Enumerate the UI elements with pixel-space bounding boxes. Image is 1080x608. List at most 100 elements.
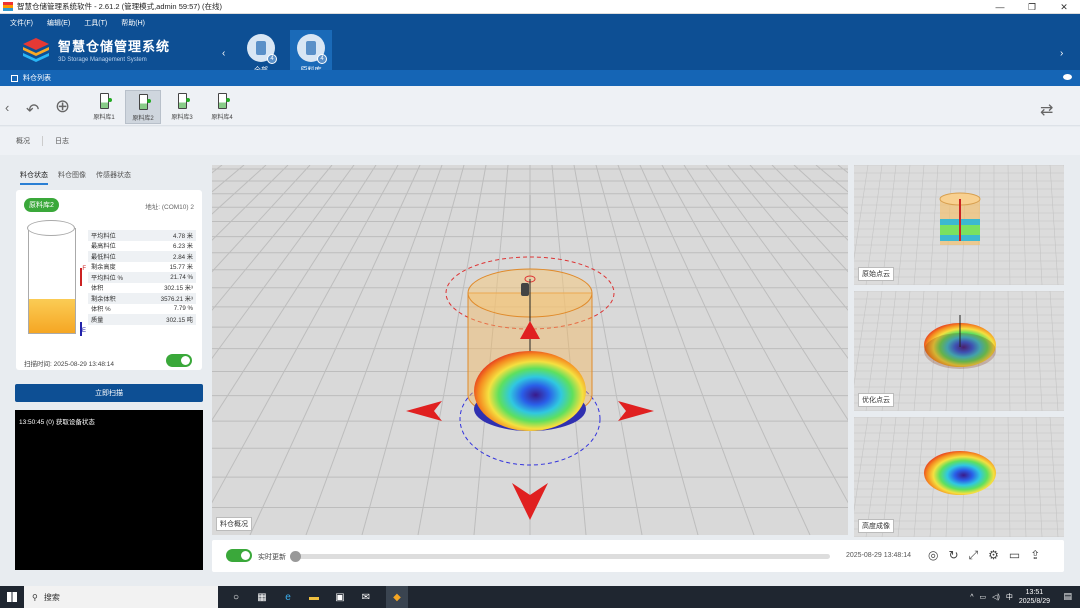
silo-icon	[306, 41, 316, 55]
grid-floor	[212, 165, 848, 535]
optimized-pointcloud-view[interactable]: 优化点云	[854, 291, 1064, 411]
silo-tab-4[interactable]: 原料库4	[204, 90, 240, 124]
menu-help[interactable]: 帮助(H)	[121, 18, 145, 28]
history-timestamp: 2025-08-29 13:48:14	[846, 552, 911, 559]
tab-overview[interactable]: 概况	[0, 136, 43, 146]
search-placeholder: 搜索	[43, 592, 60, 602]
warehouse-next-button[interactable]: ›	[1060, 48, 1063, 59]
menu-bar: 文件(F) 编辑(E) 工具(T) 帮助(H)	[10, 18, 145, 28]
silo-tab-1[interactable]: 原料库1	[86, 90, 122, 124]
list-icon	[11, 74, 18, 82]
level-table: 平均料位 4.78 米 最高料位 6.23 米 最低料位 2.84 米 剩余高度 15.…	[88, 230, 196, 325]
silo-label: 原料库4	[211, 115, 233, 121]
undo-icon[interactable]: ↶	[26, 100, 39, 120]
tab-silo-image[interactable]: 料仓图像	[58, 170, 86, 185]
menu-tools[interactable]: 工具(T)	[84, 18, 107, 28]
slider-knob[interactable]	[290, 551, 301, 562]
chevron-up-icon[interactable]: ^	[970, 594, 973, 601]
main-3d-view[interactable]: 料仓概况	[212, 165, 848, 535]
refresh-icon[interactable]: ⇄	[1040, 100, 1053, 120]
auto-scan-toggle[interactable]	[166, 354, 192, 367]
silo-tab-2[interactable]: 原料库2	[125, 90, 161, 124]
store-icon[interactable]: ▣	[334, 591, 346, 603]
raw-pointcloud-view[interactable]: 原始点云	[854, 165, 1064, 285]
add-silo-button[interactable]: ⊕	[55, 96, 70, 117]
silo-label: 原料库2	[132, 116, 154, 122]
back-button[interactable]: ‹	[5, 100, 9, 115]
silo-icon	[256, 41, 266, 55]
playback-bar: 实时更新 2025-08-29 13:48:14 ◎ ↻ ⤢ ⚙ ▭ ⇪	[212, 540, 1064, 572]
main-tabs: 概况 日志	[0, 127, 1080, 155]
search-icon: ⚲	[32, 592, 38, 602]
taskbar-search[interactable]: ⚲ 搜索	[24, 586, 218, 608]
os-taskbar: ⚲ 搜索 ○ ▦ e ▬ ▣ ✉ ◆ ^ ▭ ◁) 中 13:51 2025/8/2…	[0, 586, 1080, 608]
realtime-toggle[interactable]	[226, 549, 252, 562]
start-button[interactable]	[0, 586, 24, 608]
table-row: 平均料位 4.78 米	[88, 230, 196, 241]
edge-icon[interactable]: e	[282, 591, 294, 603]
app-header: 文件(F) 编辑(E) 工具(T) 帮助(H) 智慧仓储管理系统 3D Stor…	[0, 14, 1080, 78]
warehouse-prev-button[interactable]: ‹	[222, 48, 225, 59]
network-icon[interactable]: ▭	[980, 593, 987, 601]
height-map-view[interactable]: 高度成像	[854, 417, 1064, 537]
mail-icon[interactable]: ✉	[360, 591, 372, 603]
table-row: 最高料位 6.23 米	[91, 243, 193, 251]
table-row: 体积 % 7.79 %	[91, 305, 193, 314]
fullscreen-icon[interactable]: ⤢	[969, 548, 979, 563]
settings-icon[interactable]: ⚙	[988, 548, 999, 563]
history-slider[interactable]	[290, 551, 830, 562]
table-row: 平均料位 % 21.74 %	[88, 272, 196, 283]
target-icon[interactable]: ◎	[928, 548, 938, 563]
chart-icon[interactable]: ▭	[1009, 548, 1020, 563]
app-taskbar-icon[interactable]: ◆	[386, 586, 408, 608]
reset-view-icon[interactable]: ↻	[948, 548, 958, 563]
brand-subtitle: 3D Storage Management System	[58, 57, 147, 63]
clock[interactable]: 13:51 2025/8/29	[1019, 588, 1050, 606]
logo-icon	[23, 38, 49, 62]
task-view-icon[interactable]: ○	[230, 591, 242, 603]
full-marker-label: F	[82, 266, 86, 272]
silo-icon	[138, 94, 151, 110]
view-label-height: 高度成像	[858, 519, 894, 533]
count-badge: 4	[267, 54, 277, 64]
explorer-icon[interactable]: ▬	[308, 591, 320, 603]
ime-indicator[interactable]: 中	[1006, 592, 1013, 602]
view-label-raw: 原始点云	[858, 267, 894, 281]
silo-name-badge: 原料库2	[24, 198, 59, 212]
table-row: 剩余体积 3576.21 米³	[88, 293, 196, 304]
silo-toolbar: ‹ ↶ ⊕ 原料库1 原料库2 原料库3 原料库4 ⇄	[0, 86, 1080, 126]
log-console: 13:50:45 (0) 获取设备状态	[15, 410, 203, 570]
silo-list-title: 料仓列表	[23, 75, 51, 82]
notification-icon[interactable]: ▤	[1063, 591, 1072, 602]
table-row: 剩余高度 15.77 米	[91, 264, 193, 272]
window-titlebar: 智慧仓储管理系统软件 - 2.61.2 (管理模式,admin 59:57) (…	[0, 0, 1080, 14]
close-button[interactable]: ✕	[1048, 0, 1080, 14]
minimize-button[interactable]: —	[984, 0, 1016, 14]
silo-tab-3[interactable]: 原料库3	[164, 90, 200, 124]
brand-title: 智慧仓储管理系统	[58, 39, 171, 54]
volume-icon[interactable]: ◁)	[992, 593, 1000, 601]
silo-label: 原料库1	[93, 115, 115, 121]
tab-sensor-status[interactable]: 传感器状态	[96, 170, 131, 185]
table-row: 体积 302.15 米³	[91, 285, 193, 293]
windows-icon	[7, 592, 17, 602]
window-title: 智慧仓储管理系统软件 - 2.61.2 (管理模式,admin 59:57) (…	[17, 2, 223, 11]
silo-list-bar: 料仓列表	[0, 70, 1080, 86]
scan-now-button[interactable]: 立即扫描	[15, 384, 203, 402]
export-icon[interactable]: ⇪	[1030, 548, 1040, 563]
silo-icon	[177, 93, 190, 109]
app-icon	[3, 2, 13, 11]
eye-icon[interactable]	[1063, 74, 1072, 80]
tab-log[interactable]: 日志	[43, 136, 81, 146]
view-label-main: 料仓概况	[216, 517, 252, 531]
silo-icon	[217, 93, 230, 109]
realtime-label: 实时更新	[258, 554, 286, 561]
menu-edit[interactable]: 编辑(E)	[47, 18, 70, 28]
menu-file[interactable]: 文件(F)	[10, 18, 33, 28]
maximize-button[interactable]: ❐	[1016, 0, 1048, 14]
table-row: 最低料位 2.84 米	[88, 251, 196, 262]
tab-silo-status[interactable]: 料仓状态	[20, 170, 48, 185]
brand: 智慧仓储管理系统 3D Storage Management System	[58, 36, 170, 63]
widgets-icon[interactable]: ▦	[256, 591, 268, 603]
system-tray: ^ ▭ ◁) 中 13:51 2025/8/29	[970, 586, 1050, 608]
